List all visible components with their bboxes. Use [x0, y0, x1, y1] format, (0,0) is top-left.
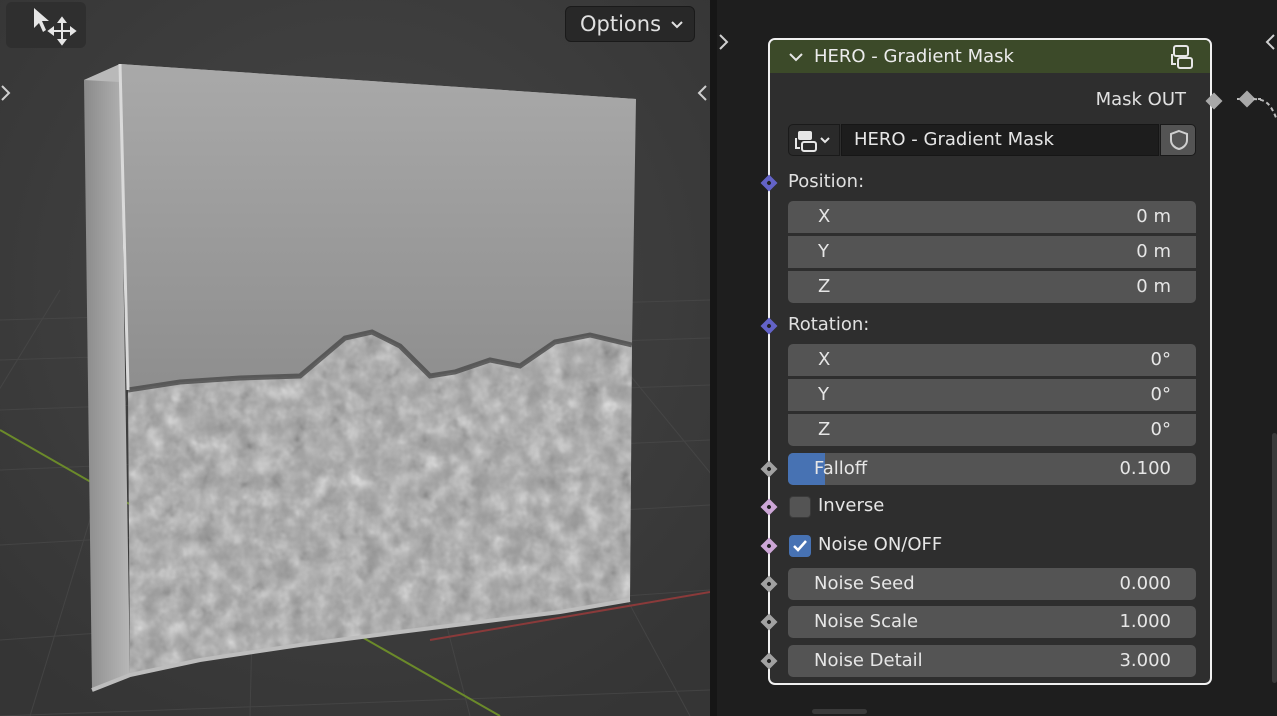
- field-value: 0 m: [1136, 276, 1171, 297]
- field-value: 0°: [1150, 384, 1171, 405]
- field-value: 0°: [1150, 419, 1171, 440]
- shield-icon: [1170, 129, 1188, 151]
- noise-toggle-input-socket[interactable]: [760, 537, 778, 555]
- output-label: Mask OUT: [1095, 89, 1186, 110]
- move-tool-button[interactable]: [6, 2, 86, 48]
- node-header[interactable]: HERO - Gradient Mask: [770, 40, 1210, 73]
- chevron-down-icon[interactable]: [788, 49, 804, 65]
- position-x-field[interactable]: X 0 m: [788, 201, 1196, 236]
- falloff-input-socket[interactable]: [760, 460, 778, 478]
- noise-toggle-checkbox[interactable]: [789, 535, 811, 557]
- 3d-viewport[interactable]: Options: [0, 0, 710, 716]
- noise-detail-input-socket[interactable]: [760, 652, 778, 670]
- field-key: X: [818, 349, 831, 370]
- group-name-field[interactable]: HERO - Gradient Mask: [841, 124, 1159, 156]
- field-value: 0.100: [1119, 458, 1171, 479]
- rotation-input-socket[interactable]: [760, 317, 778, 335]
- noise-seed-field[interactable]: Noise Seed 0.000: [788, 568, 1196, 600]
- gradient-mask-node[interactable]: HERO - Gradient Mask Mask OUT HERO - Gra…: [760, 38, 1223, 685]
- node-link-wire: [1237, 90, 1277, 121]
- inverse-checkbox[interactable]: [789, 496, 811, 518]
- field-key: Y: [818, 241, 829, 262]
- noise-toggle-label: Noise ON/OFF: [818, 534, 943, 555]
- chevron-down-icon: [671, 21, 683, 29]
- field-value: 0 m: [1136, 241, 1171, 262]
- field-key: Falloff: [814, 458, 868, 479]
- rotation-z-field[interactable]: Z 0°: [788, 414, 1196, 446]
- rotation-label: Rotation:: [788, 314, 870, 335]
- position-vector[interactable]: X 0 m Y 0 m Z 0 m: [788, 201, 1196, 303]
- options-label: Options: [580, 12, 662, 36]
- field-key: Z: [818, 276, 831, 297]
- viewport-scene: [0, 0, 710, 716]
- output-socket[interactable]: [1205, 92, 1223, 110]
- chevron-right-icon[interactable]: [717, 30, 731, 54]
- vertical-scrollbar[interactable]: [1272, 433, 1277, 683]
- field-value: 3.000: [1119, 650, 1171, 671]
- chevron-left-icon[interactable]: [696, 82, 708, 104]
- field-value: 0 m: [1136, 206, 1171, 227]
- field-value: 0°: [1150, 349, 1171, 370]
- inverse-label: Inverse: [818, 495, 885, 516]
- node-editor[interactable]: HERO - Gradient Mask Mask OUT HERO - Gra…: [717, 0, 1277, 716]
- checkmark-icon: [793, 540, 807, 552]
- field-key: Z: [818, 419, 831, 440]
- field-value: 0.000: [1119, 573, 1171, 594]
- reroute-socket: [1238, 90, 1256, 108]
- rotation-y-field[interactable]: Y 0°: [788, 379, 1196, 414]
- position-z-field[interactable]: Z 0 m: [788, 271, 1196, 303]
- area-divider[interactable]: [710, 0, 717, 716]
- chevron-right-icon[interactable]: [0, 82, 12, 104]
- node-title: HERO - Gradient Mask: [814, 46, 1014, 67]
- falloff-slider[interactable]: Falloff 0.100: [788, 453, 1196, 485]
- noise-scale-input-socket[interactable]: [760, 613, 778, 631]
- node-tree-icon: [795, 131, 830, 152]
- noise-scale-field[interactable]: Noise Scale 1.000: [788, 606, 1196, 638]
- position-label: Position:: [788, 171, 865, 192]
- field-value: 1.000: [1119, 611, 1171, 632]
- rotation-vector[interactable]: X 0° Y 0° Z 0°: [788, 344, 1196, 446]
- cursor-move-icon: [34, 8, 77, 46]
- field-key: Noise Scale: [814, 611, 919, 632]
- field-key: Noise Seed: [814, 573, 915, 594]
- inverse-input-socket[interactable]: [760, 498, 778, 516]
- chevron-left-icon[interactable]: [1263, 30, 1277, 54]
- position-input-socket[interactable]: [760, 174, 778, 192]
- node-group-icon[interactable]: [1170, 44, 1196, 70]
- group-selector[interactable]: HERO - Gradient Mask: [788, 124, 1196, 156]
- fake-user-button[interactable]: [1160, 124, 1196, 156]
- noise-seed-input-socket[interactable]: [760, 575, 778, 593]
- field-key: Y: [818, 384, 829, 405]
- field-key: X: [818, 206, 831, 227]
- noise-detail-field[interactable]: Noise Detail 3.000: [788, 645, 1196, 677]
- options-dropdown[interactable]: Options: [565, 6, 695, 42]
- rotation-x-field[interactable]: X 0°: [788, 344, 1196, 379]
- position-y-field[interactable]: Y 0 m: [788, 236, 1196, 271]
- field-key: Noise Detail: [814, 650, 923, 671]
- horizontal-scrollbar[interactable]: [812, 709, 867, 714]
- browse-group-button[interactable]: [788, 124, 840, 156]
